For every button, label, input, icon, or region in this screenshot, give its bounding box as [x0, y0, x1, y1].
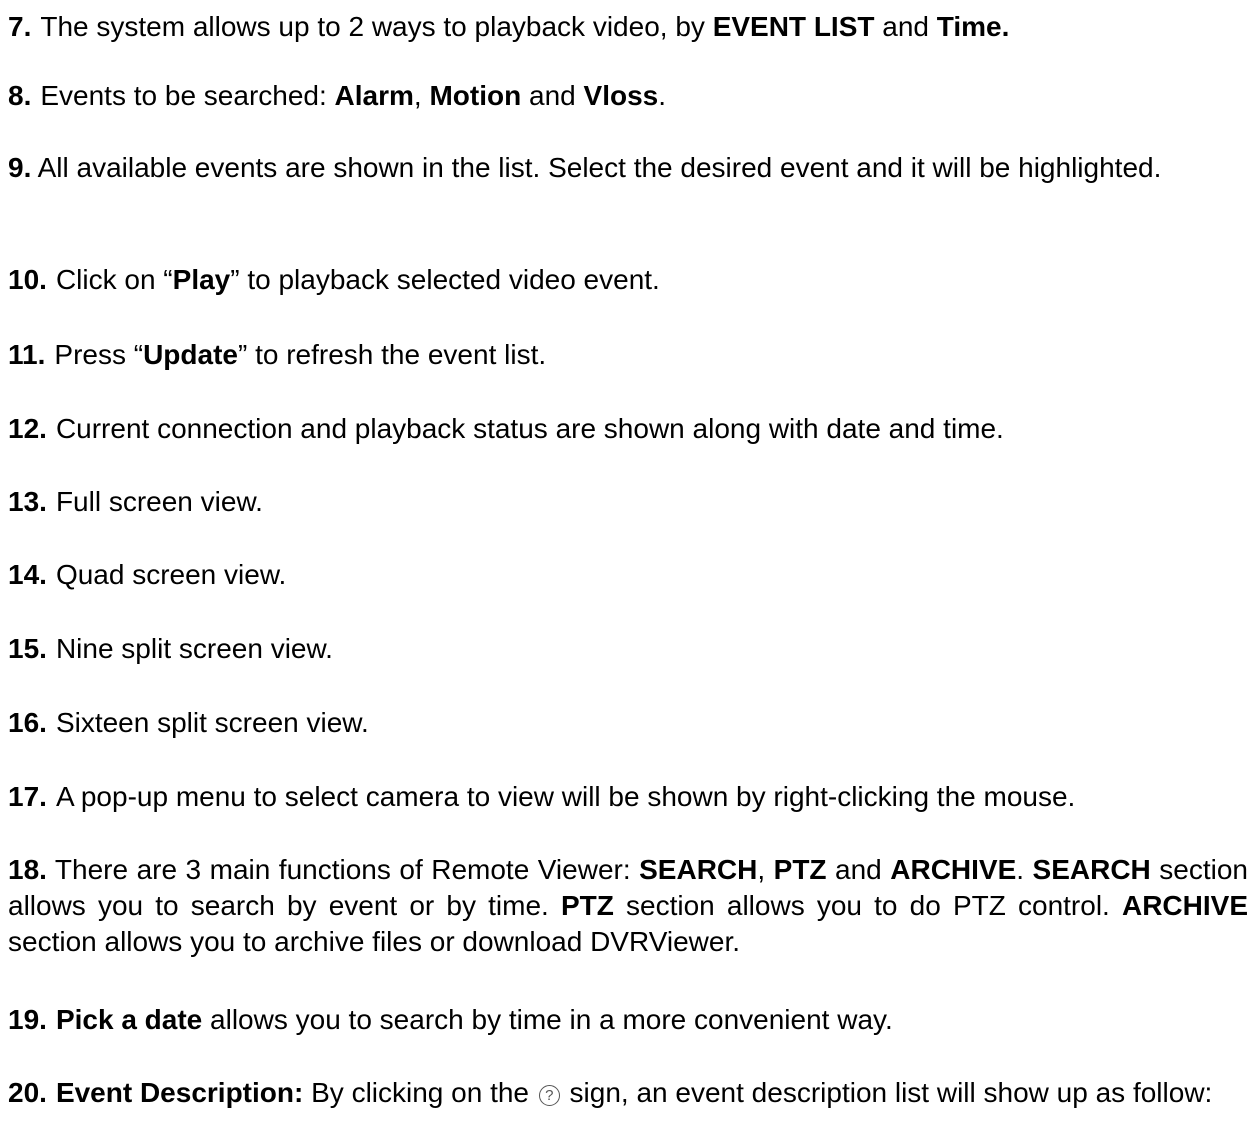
- item-text: All available events are shown in the li…: [31, 152, 1162, 183]
- item-bold-text: EVENT LIST: [712, 11, 875, 42]
- list-item-8: 8. Events to be searched: Alarm, Motion a…: [8, 78, 1248, 114]
- item-bold-text: Event Description:: [55, 1077, 304, 1108]
- item-text: ” to playback selected video event.: [230, 264, 660, 295]
- item-text: sign, an event description list will sho…: [561, 1077, 1213, 1108]
- item-text: Sixteen split screen view.: [55, 707, 369, 738]
- item-number: 16.: [8, 707, 47, 738]
- item-number: 11.: [8, 339, 46, 370]
- item-bold-text: Vloss: [583, 80, 659, 111]
- list-item-10: 10. Click on “Play” to playback selected …: [8, 262, 1248, 298]
- item-text: Click on “: [55, 264, 173, 295]
- item-text: .: [658, 80, 666, 111]
- item-text: The system allows up to 2 ways to playba…: [40, 11, 713, 42]
- item-text: section allows you to archive files or d…: [8, 926, 741, 957]
- item-text: allows you to search by time in a more c…: [202, 1004, 893, 1035]
- item-bold-text: SEARCH: [639, 854, 758, 885]
- list-item-15: 15. Nine split screen view.: [8, 631, 1248, 667]
- item-text: There are 3 main functions of Remote Vie…: [46, 854, 640, 885]
- item-number: 20.: [8, 1077, 47, 1108]
- item-number: 14.: [8, 559, 47, 590]
- item-text: A pop-up menu to select camera to view w…: [55, 781, 1076, 812]
- item-text: ,: [757, 854, 774, 885]
- list-item-19: 19. Pick a date allows you to search by t…: [8, 1002, 1248, 1038]
- item-text: Full screen view.: [55, 486, 263, 517]
- item-bold-text: Time.: [936, 11, 1010, 42]
- list-item-18: 18. There are 3 main functions of Remote…: [8, 852, 1248, 960]
- item-bold-text: PTZ: [773, 854, 827, 885]
- list-item-14: 14. Quad screen view.: [8, 557, 1248, 593]
- list-item-12: 12. Current connection and playback statu…: [8, 411, 1248, 447]
- list-item-13: 13. Full screen view.: [8, 484, 1248, 520]
- item-number: 17.: [8, 781, 47, 812]
- item-number: 9.: [8, 152, 32, 183]
- item-bold-text: Update: [143, 339, 238, 370]
- item-bold-text: Motion: [429, 80, 522, 111]
- item-bold-text: Alarm: [334, 80, 414, 111]
- item-bold-text: SEARCH: [1032, 854, 1151, 885]
- list-item-9: 9. All available events are shown in the…: [8, 150, 1248, 186]
- list-item-11: 11. Press “Update” to refresh the event l…: [8, 337, 1248, 373]
- item-number: 19.: [8, 1004, 47, 1035]
- item-text: ” to refresh the event list.: [237, 339, 547, 370]
- list-item-16: 16. Sixteen split screen view.: [8, 705, 1248, 741]
- item-number: 15.: [8, 633, 47, 664]
- item-text: ,: [413, 80, 430, 111]
- item-text: .: [1016, 854, 1033, 885]
- item-number: 7.: [8, 11, 32, 42]
- item-number: 10.: [8, 264, 47, 295]
- list-item-20: 20. Event Description: By clicking on the…: [8, 1075, 1248, 1111]
- item-bold-text: Play: [172, 264, 231, 295]
- item-text: and: [521, 80, 584, 111]
- item-text: Nine split screen view.: [55, 633, 333, 664]
- item-bold-text: PTZ: [560, 890, 614, 921]
- item-text: Current connection and playback status a…: [55, 413, 1004, 444]
- item-number: 18.: [8, 854, 47, 885]
- list-item-17: 17. A pop-up menu to select camera to vie…: [8, 779, 1248, 815]
- help-question-icon: ?: [538, 1085, 560, 1106]
- item-number: 12.: [8, 413, 47, 444]
- list-item-7: 7. The system allows up to 2 ways to play…: [8, 9, 1248, 45]
- item-text: By clicking on the: [303, 1077, 537, 1108]
- item-number: 13.: [8, 486, 47, 517]
- item-bold-text: ARCHIVE: [1121, 890, 1248, 921]
- item-bold-text: ARCHIVE: [890, 854, 1017, 885]
- item-text: Quad screen view.: [55, 559, 287, 590]
- item-text: Press “: [54, 339, 144, 370]
- item-bold-text: Pick a date: [55, 1004, 203, 1035]
- item-text: and: [826, 854, 891, 885]
- item-text: Events to be searched:: [40, 80, 335, 111]
- item-number: 8.: [8, 80, 32, 111]
- item-text: section allows you to do PTZ control.: [613, 890, 1122, 921]
- item-text: and: [874, 11, 937, 42]
